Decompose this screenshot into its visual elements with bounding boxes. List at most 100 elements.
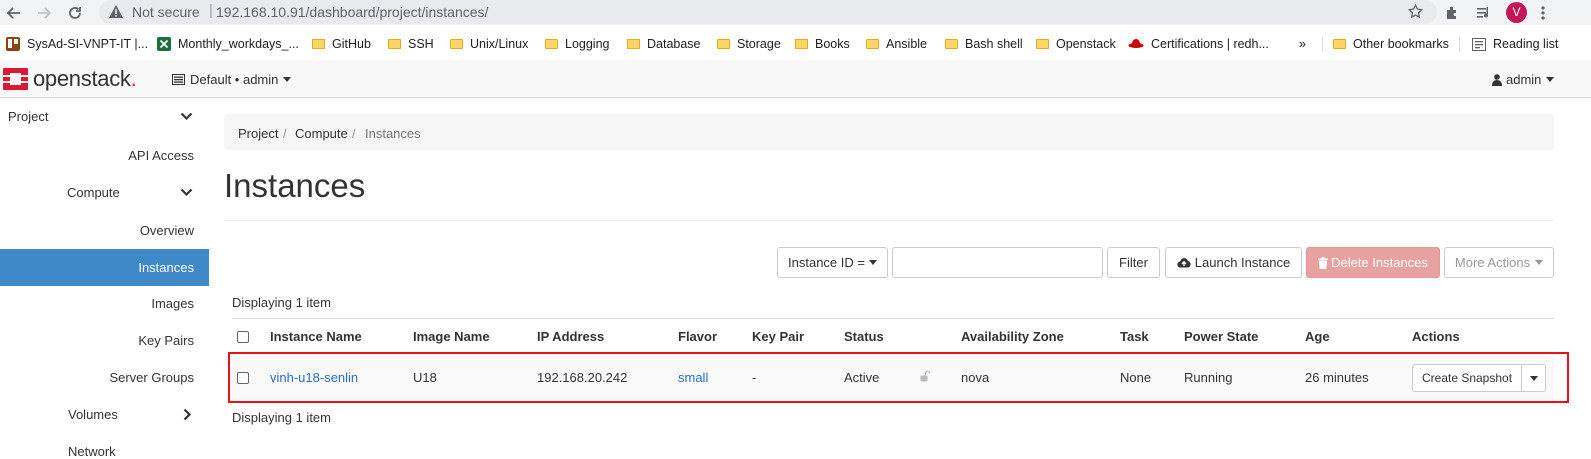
bookmarks-overflow-button[interactable]: » <box>1299 36 1306 52</box>
sidebar-item-project[interactable]: Project <box>8 109 48 124</box>
reading-list-label: Reading list <box>1493 37 1559 51</box>
column-header-status[interactable]: Status <box>844 329 884 344</box>
reading-list[interactable]: Reading list <box>1472 36 1558 52</box>
logo-text: openstack <box>33 66 131 91</box>
browser-menu-icon[interactable] <box>1533 3 1553 23</box>
bookmark-label: Openstack <box>1056 37 1116 51</box>
bookmark-label: Logging <box>565 37 610 51</box>
bookmark-label: GitHub <box>332 37 371 51</box>
folder-icon <box>1036 39 1049 49</box>
bookmark-item[interactable]: Database <box>627 36 701 52</box>
select-all-checkbox[interactable] <box>237 331 249 343</box>
more-actions-dropdown[interactable]: More Actions <box>1444 247 1554 278</box>
bookmark-item[interactable]: Bash shell <box>945 36 1023 52</box>
folder-icon <box>717 39 730 49</box>
bookmark-item[interactable]: Books <box>795 36 850 52</box>
extensions-icon[interactable] <box>1442 3 1462 23</box>
forward-icon[interactable] <box>34 3 54 23</box>
launch-instance-label: Launch Instance <box>1194 255 1291 270</box>
column-header-flavor[interactable]: Flavor <box>678 329 717 344</box>
chevron-down-icon[interactable] <box>180 112 193 121</box>
other-bookmarks[interactable]: Other bookmarks <box>1333 36 1449 52</box>
column-header-power-state[interactable]: Power State <box>1184 329 1258 344</box>
bookmarks-divider <box>1322 37 1323 52</box>
logo-dot: . <box>130 66 137 91</box>
warning-icon[interactable] <box>108 4 124 19</box>
column-header-task[interactable]: Task <box>1120 329 1149 344</box>
redhat-icon <box>1128 38 1144 50</box>
project-selector[interactable]: Default • admin <box>172 72 292 87</box>
back-icon[interactable] <box>4 3 24 23</box>
breadcrumb-compute[interactable]: Compute <box>295 126 348 141</box>
bookmark-item[interactable]: Monthly_workdays_... <box>157 36 299 52</box>
sidebar-item-api-access[interactable]: API Access <box>128 148 194 163</box>
bookmark-item[interactable]: Unix/Linux <box>450 36 528 52</box>
bookmark-label: Unix/Linux <box>470 37 529 51</box>
title-divider <box>224 220 1554 221</box>
column-header-image-name[interactable]: Image Name <box>413 329 490 344</box>
bookmarks-divider <box>1459 37 1460 52</box>
folder-icon <box>388 39 401 49</box>
sidebar-item-key-pairs[interactable]: Key Pairs <box>138 333 194 348</box>
breadcrumb: Project / Compute / Instances <box>224 114 1554 150</box>
sidebar-item-overview[interactable]: Overview <box>140 223 194 238</box>
breadcrumb-separator: / <box>283 126 287 141</box>
bookmark-item[interactable]: Certifications | redh... <box>1128 36 1269 52</box>
trello-icon <box>6 37 20 51</box>
bookmark-label: Monthly_workdays_... <box>178 37 299 51</box>
address-separator: | <box>209 2 213 19</box>
bookmark-item[interactable]: GitHub <box>312 36 371 52</box>
delete-instances-button[interactable]: Delete Instances <box>1306 247 1440 278</box>
filter-button[interactable]: Filter <box>1107 247 1160 278</box>
sidebar-item-server-groups[interactable]: Server Groups <box>109 370 194 385</box>
sidebar-item-images[interactable]: Images <box>151 296 194 311</box>
delete-instances-label: Delete Instances <box>1331 255 1428 270</box>
bookmark-item[interactable]: Logging <box>545 36 610 52</box>
url-text[interactable]: 192.168.10.91/dashboard/project/instance… <box>216 4 488 20</box>
column-header-age[interactable]: Age <box>1305 329 1330 344</box>
reading-list-icon <box>1472 37 1486 51</box>
bookmark-item[interactable]: Storage <box>717 36 781 52</box>
filter-search-input[interactable] <box>892 247 1103 278</box>
sidebar-item-volumes[interactable]: Volumes <box>68 407 118 422</box>
filter-field-label: Instance ID = <box>788 255 865 270</box>
column-header-ip-address[interactable]: IP Address <box>537 329 604 344</box>
reload-icon[interactable] <box>65 3 85 23</box>
openstack-logo-icon <box>3 68 28 90</box>
bookmark-label: Database <box>647 37 701 51</box>
bookmark-star-icon[interactable] <box>1407 3 1424 20</box>
bookmark-label: Bash shell <box>965 37 1023 51</box>
page-title: Instances <box>224 167 366 204</box>
bookmark-label: Books <box>815 37 850 51</box>
bookmark-item[interactable]: Ansible <box>866 36 927 52</box>
sidebar-item-instances[interactable]: Instances <box>138 260 194 275</box>
profile-avatar[interactable]: V <box>1506 2 1527 23</box>
openstack-logo[interactable]: openstack. <box>2 66 137 92</box>
column-header-actions: Actions <box>1412 329 1460 344</box>
launch-instance-button[interactable]: Launch Instance <box>1165 247 1302 278</box>
bookmark-item[interactable]: SysAd-SI-VNPT-IT |... <box>6 36 148 52</box>
user-menu-label: admin <box>1506 72 1542 87</box>
bookmark-item[interactable]: Openstack <box>1036 36 1116 52</box>
bookmark-item[interactable]: SSH <box>388 36 434 52</box>
address-bar[interactable]: Not secure | 192.168.10.91/dashboard/pro… <box>99 0 1437 24</box>
other-bookmarks-label: Other bookmarks <box>1353 37 1449 51</box>
chevron-down-icon[interactable] <box>180 188 193 197</box>
chevron-right-icon[interactable] <box>183 408 192 421</box>
bookmark-label: SysAd-SI-VNPT-IT |... <box>27 37 149 51</box>
media-control-icon[interactable] <box>1474 3 1494 23</box>
project-selector-icon <box>172 74 185 85</box>
caret-down-icon <box>1535 260 1544 265</box>
folder-icon <box>545 39 558 49</box>
column-header-instance-name[interactable]: Instance Name <box>270 329 362 344</box>
user-menu[interactable]: admin <box>1492 72 1555 87</box>
not-secure-label[interactable]: Not secure <box>132 4 200 20</box>
sidebar-item-compute[interactable]: Compute <box>67 185 120 200</box>
column-header-key-pair[interactable]: Key Pair <box>752 329 804 344</box>
displaying-count-bottom: Displaying 1 item <box>232 410 331 425</box>
filter-field-dropdown[interactable]: Instance ID = <box>777 247 888 278</box>
user-icon <box>1492 73 1502 86</box>
breadcrumb-project[interactable]: Project <box>238 126 278 141</box>
column-header-availability-zone[interactable]: Availability Zone <box>961 329 1064 344</box>
breadcrumb-instances: Instances <box>365 126 421 141</box>
